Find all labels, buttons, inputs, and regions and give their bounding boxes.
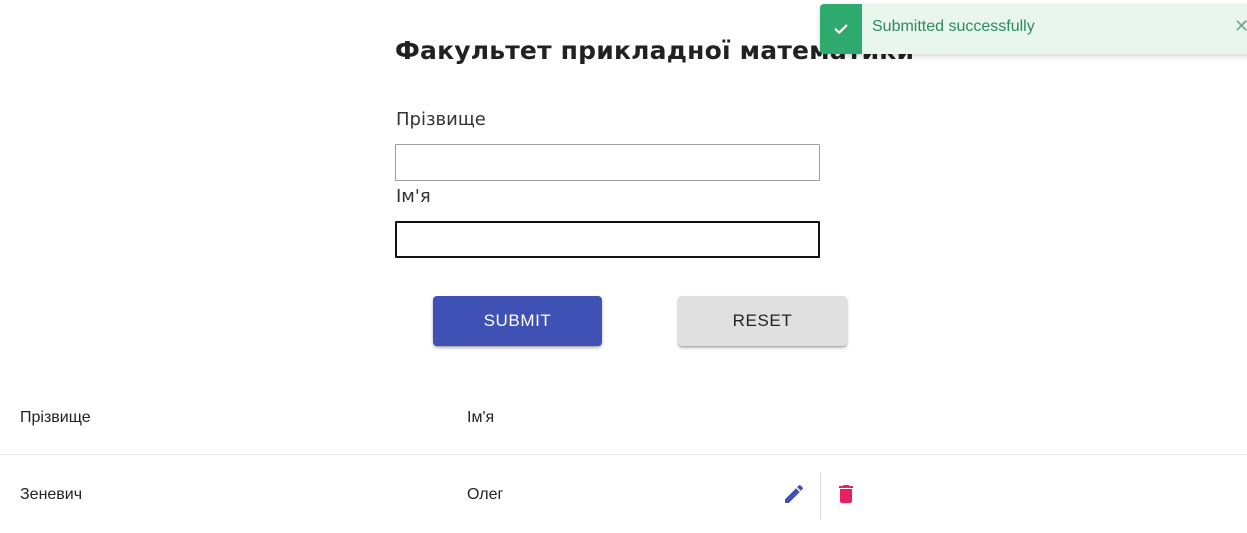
students-table: Прізвище Ім'я Зеневич Олег (0, 382, 1247, 533)
name-input[interactable] (395, 221, 820, 258)
reset-button[interactable]: RESET (678, 296, 847, 346)
surname-label: Прізвище (396, 109, 486, 130)
trash-icon (839, 485, 853, 503)
cell-surname: Зеневич (20, 486, 83, 503)
pencil-icon (785, 484, 804, 503)
submit-button[interactable]: SUBMIT (433, 296, 602, 346)
toast-icon-box (820, 4, 862, 54)
cell-name: Олег (467, 486, 504, 503)
table-row: Зеневич Олег (0, 455, 1247, 533)
toast-message: Submitted successfully (872, 18, 1035, 35)
column-header-surname: Прізвище (20, 409, 91, 426)
success-toast: Submitted successfully ✕ (820, 4, 1247, 54)
name-label: Ім'я (396, 186, 431, 207)
surname-input[interactable] (395, 144, 820, 181)
delete-button[interactable] (829, 477, 863, 511)
action-divider (820, 473, 821, 519)
edit-button[interactable] (777, 477, 811, 511)
check-icon (834, 24, 848, 34)
table-header-row: Прізвище Ім'я (0, 382, 1247, 455)
column-header-name: Ім'я (467, 409, 495, 426)
close-icon[interactable]: ✕ (1234, 16, 1247, 40)
